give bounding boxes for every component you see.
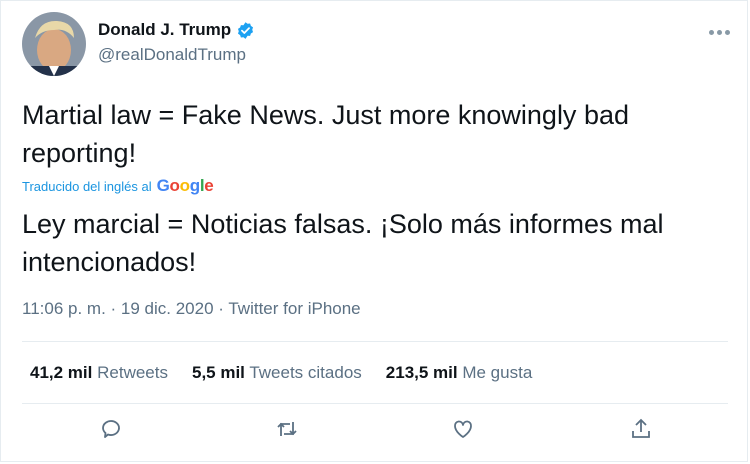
tweet-time[interactable]: 11:06 p. m. <box>22 299 106 318</box>
like-icon[interactable] <box>451 417 481 447</box>
action-bar <box>0 417 750 451</box>
retweet-icon[interactable] <box>275 417 305 447</box>
google-logo: Google <box>156 176 214 195</box>
more-options-icon[interactable] <box>706 22 730 40</box>
divider <box>22 403 728 404</box>
tweet-source[interactable]: Twitter for iPhone <box>228 299 360 318</box>
user-name-row[interactable]: Donald J. Trump <box>98 20 255 40</box>
stat-likes[interactable]: 213,5 mil Me gusta <box>386 363 533 383</box>
stat-quote-tweets[interactable]: 5,5 mil Tweets citados <box>192 363 362 383</box>
user-handle[interactable]: @realDonaldTrump <box>98 45 246 65</box>
translation-attribution[interactable]: Traducido del inglés al Google <box>22 176 214 196</box>
verified-badge-icon <box>238 21 254 39</box>
tweet-stats: 41,2 mil Retweets 5,5 mil Tweets citados… <box>30 363 556 383</box>
divider <box>22 341 728 342</box>
share-icon[interactable] <box>629 417 659 447</box>
tweet-meta: 11:06 p. m. · 19 dic. 2020 · Twitter for… <box>22 299 361 318</box>
translated-text: Ley marcial = Noticias falsas. ¡Solo más… <box>22 209 664 277</box>
stat-retweets[interactable]: 41,2 mil Retweets <box>30 363 168 383</box>
reply-icon[interactable] <box>99 417 129 447</box>
avatar[interactable] <box>22 12 86 76</box>
translated-label: Traducido del inglés al <box>22 178 152 194</box>
tweet-text: Martial law = Fake News. Just more knowi… <box>22 100 629 168</box>
tweet-date[interactable]: 19 dic. 2020 <box>121 299 214 318</box>
display-name[interactable]: Donald J. Trump <box>98 20 231 40</box>
